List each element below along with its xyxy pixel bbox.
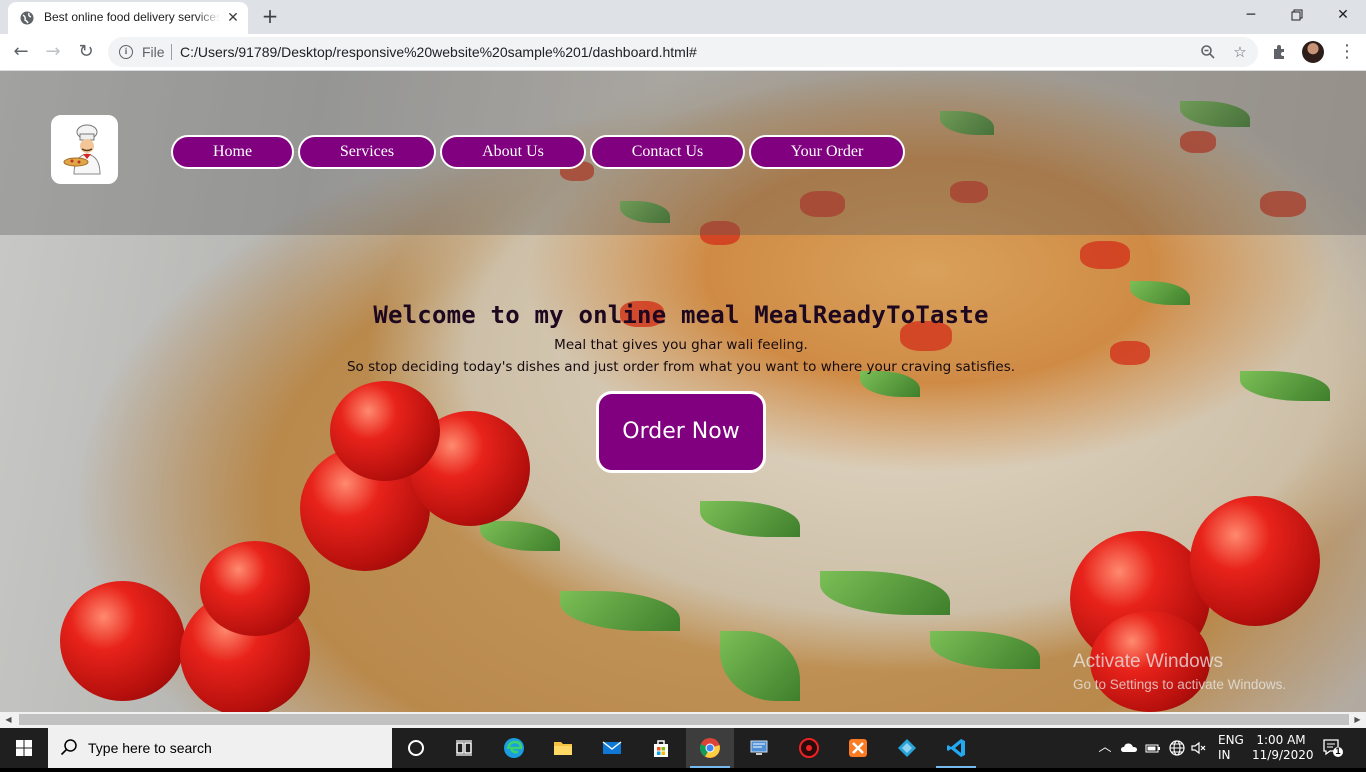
remote-desktop-icon[interactable] [735,728,783,768]
close-icon[interactable]: ✕ [1320,0,1366,30]
nav-contact-us[interactable]: Contact Us [590,135,745,169]
horizontal-scrollbar[interactable]: ◀ ▶ [0,712,1366,728]
vscode-icon[interactable] [932,728,980,768]
order-now-button[interactable]: Order Now [596,391,766,473]
activate-windows-watermark: Activate Windows Go to Settings to activ… [1073,651,1286,692]
info-icon[interactable]: i [119,45,133,59]
nav-your-order[interactable]: Your Order [749,135,905,169]
mail-icon[interactable] [588,728,636,768]
notification-count: 1 [1335,746,1341,756]
xampp-icon[interactable] [834,728,882,768]
app-diamond-icon[interactable] [883,728,931,768]
network-globe-icon[interactable] [1168,739,1186,757]
profile-avatar[interactable] [1302,41,1324,63]
reload-icon[interactable]: ↻ [74,40,98,64]
extensions-puzzle-icon[interactable] [1269,41,1291,63]
scroll-right-icon[interactable]: ▶ [1349,712,1366,728]
activate-subtitle: Go to Settings to activate Windows. [1073,677,1287,692]
search-icon [60,738,80,758]
page-viewport: Home Services About Us Contact Us Your O… [0,71,1366,712]
tab-title: Best online food delivery services [44,10,220,24]
scroll-left-icon[interactable]: ◀ [0,712,17,728]
start-button[interactable] [0,728,48,768]
language-secondary: IN [1218,748,1231,762]
globe-icon [20,11,34,25]
nav-about-us[interactable]: About Us [440,135,586,169]
task-view-icon[interactable] [440,728,488,768]
onedrive-cloud-icon[interactable] [1120,739,1138,757]
notification-center-icon[interactable]: 1 [1322,738,1344,758]
input-language[interactable]: ENG IN [1218,733,1244,763]
url-text[interactable]: C:/Users/91789/Desktop/responsive%20webs… [180,44,697,60]
file-explorer-icon[interactable] [539,728,587,768]
tagline-line-2: So stop deciding today's dishes and just… [346,359,1016,375]
chevron-up-icon[interactable]: ︿ [1096,739,1114,757]
menu-kebab-icon[interactable]: ⋮ [1336,41,1358,63]
cortana-icon[interactable] [392,728,440,768]
new-tab-icon[interactable]: + [258,5,282,29]
browser-toolbar: ← → ↻ i File C:/Users/91789/Desktop/resp… [0,34,1366,71]
battery-icon[interactable] [1144,739,1162,757]
back-arrow-icon[interactable]: ← [9,40,33,64]
scrollbar-thumb[interactable] [19,714,1349,725]
url-scheme: File [142,44,165,60]
windows-logo-icon [16,740,32,756]
clock-date: 11/9/2020 [1252,748,1314,762]
restore-icon[interactable] [1274,0,1320,30]
nav-home[interactable]: Home [171,135,294,169]
browser-tab-strip: Best online food delivery services ✕ + ─… [0,0,1366,34]
system-clock[interactable]: 1:00 AM 11/9/2020 [1252,733,1314,763]
browser-tab[interactable]: Best online food delivery services ✕ [8,2,248,34]
forward-arrow-icon[interactable]: → [41,40,65,64]
address-bar[interactable]: i File C:/Users/91789/Desktop/responsive… [108,37,1258,67]
windows-taskbar: Type here to search ︿ ENG IN 1:00 AM 11/… [0,728,1366,768]
language-primary: ENG [1218,733,1244,747]
clock-time: 1:00 AM [1256,733,1306,747]
bookmark-star-icon[interactable]: ☆ [1230,42,1250,62]
chef-icon [63,124,101,175]
chrome-icon[interactable] [686,728,734,768]
store-icon[interactable] [637,728,685,768]
tagline-line-1: Meal that gives you ghar wali feeling. [554,337,808,353]
nav-services[interactable]: Services [298,135,436,169]
edge-icon[interactable] [490,728,538,768]
taskbar-search-box[interactable]: Type here to search [48,728,392,768]
site-header: Home Services About Us Contact Us Your O… [0,71,1366,235]
volume-muted-icon[interactable] [1190,739,1208,757]
welcome-heading: Welcome to my online meal MealReadyToTas… [373,301,989,329]
app-red-icon[interactable] [785,728,833,768]
minimize-icon[interactable]: ─ [1228,0,1274,30]
zoom-icon[interactable] [1198,42,1218,62]
chef-logo[interactable] [51,115,118,184]
search-placeholder: Type here to search [88,740,212,756]
activate-title: Activate Windows [1073,651,1223,672]
tab-close-icon[interactable]: ✕ [225,10,241,26]
address-divider [171,44,172,60]
